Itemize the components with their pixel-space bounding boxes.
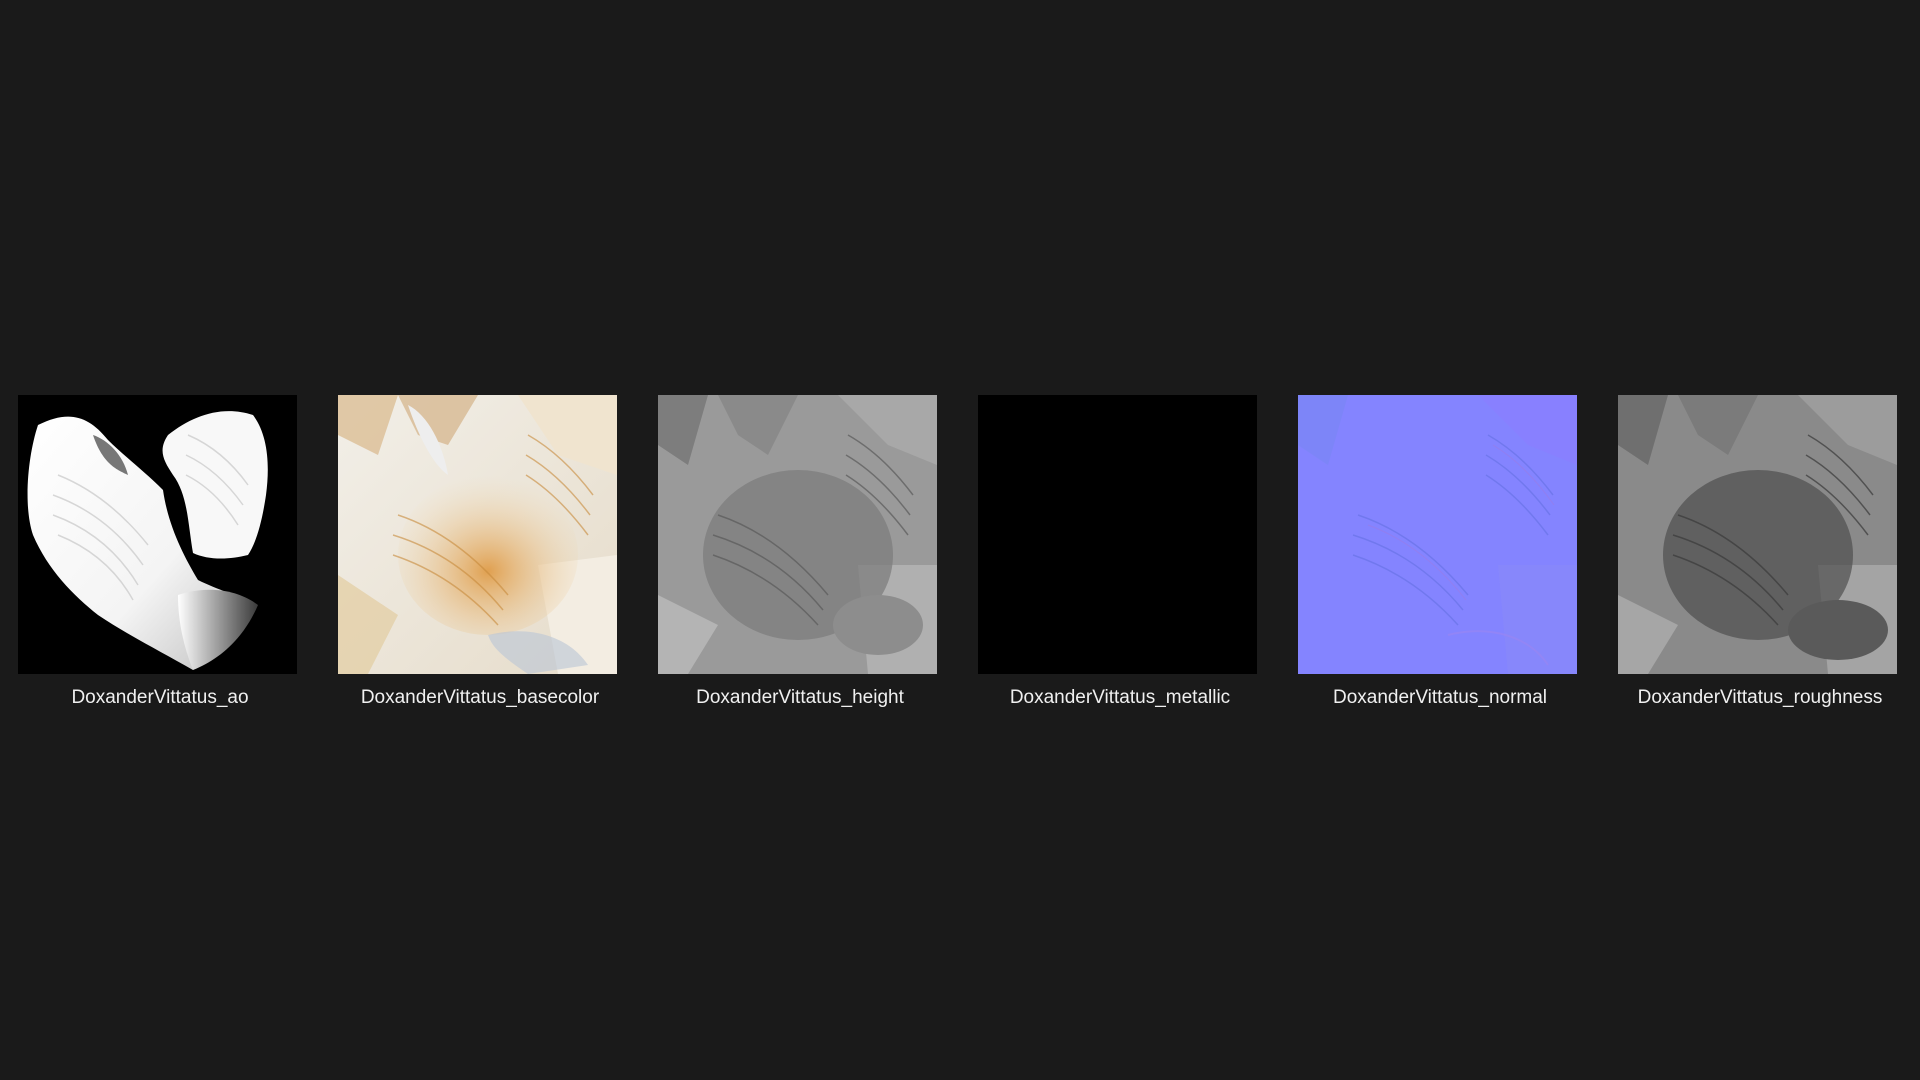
file-item-normal[interactable]: DoxanderVittatus_normal <box>1280 395 1600 715</box>
height-map-thumbnail[interactable] <box>658 395 937 674</box>
file-item-ao[interactable]: DoxanderVittatus_ao <box>0 395 320 715</box>
file-item-metallic[interactable]: DoxanderVittatus_metallic <box>960 395 1280 715</box>
file-grid: DoxanderVittatus_ao DoxanderVittatus_bas… <box>0 395 1920 715</box>
file-item-basecolor[interactable]: DoxanderVittatus_basecolor <box>320 395 640 715</box>
basecolor-map-image <box>338 395 617 674</box>
height-map-image <box>658 395 937 674</box>
normal-map-thumbnail[interactable] <box>1298 395 1577 674</box>
file-name-label: DoxanderVittatus_height <box>696 687 904 708</box>
file-name-label: DoxanderVittatus_ao <box>71 687 249 708</box>
file-name-label: DoxanderVittatus_normal <box>1332 687 1548 708</box>
metallic-map-image <box>978 395 1257 674</box>
ao-map-thumbnail[interactable] <box>18 395 297 674</box>
metallic-map-thumbnail[interactable] <box>978 395 1257 674</box>
roughness-map-image <box>1618 395 1897 674</box>
ao-map-image <box>18 395 297 674</box>
normal-map-image <box>1298 395 1577 674</box>
file-item-height[interactable]: DoxanderVittatus_height <box>640 395 960 715</box>
basecolor-map-thumbnail[interactable] <box>338 395 617 674</box>
roughness-map-thumbnail[interactable] <box>1618 395 1897 674</box>
file-name-label: DoxanderVittatus_metallic <box>1009 687 1231 708</box>
file-name-label: DoxanderVittatus_basecolor <box>360 687 600 708</box>
file-name-label: DoxanderVittatus_roughness <box>1637 687 1883 708</box>
file-item-roughness[interactable]: DoxanderVittatus_roughness <box>1600 395 1920 715</box>
